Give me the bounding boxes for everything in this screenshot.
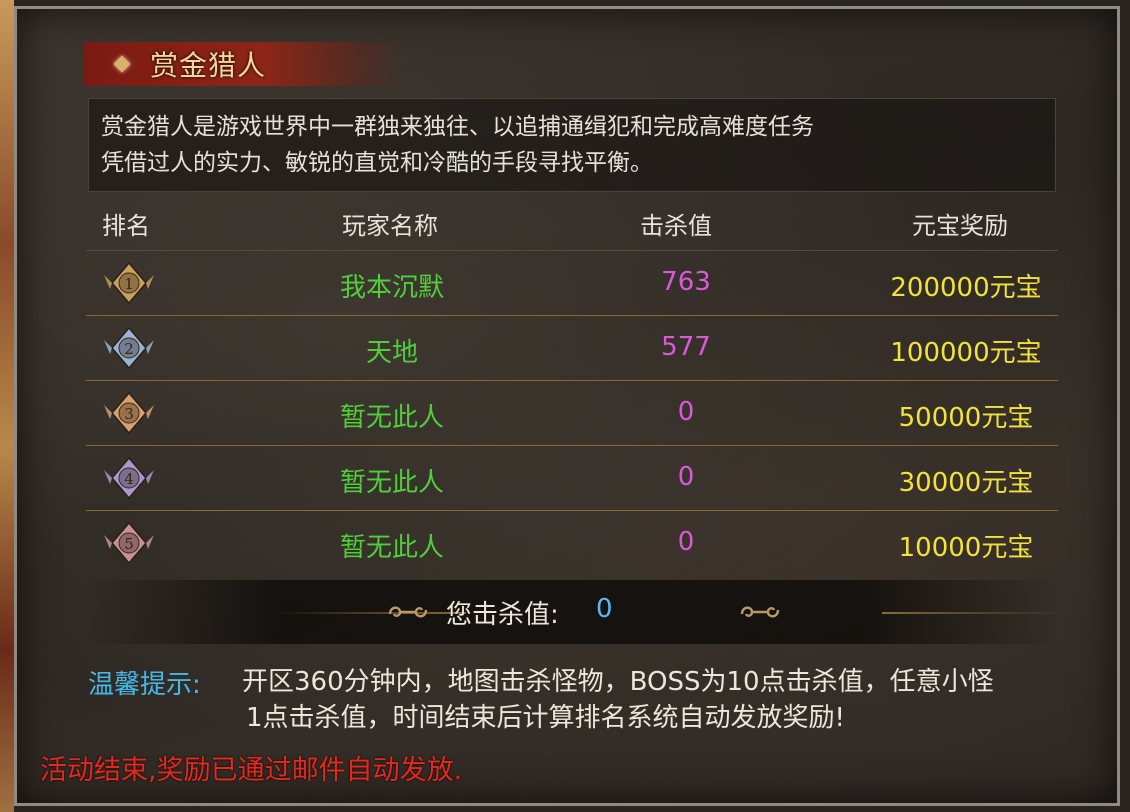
divider-right — [882, 612, 1062, 614]
reward-value: 30000元宝 — [898, 468, 1034, 498]
description-line-2: 凭借过人的实力、敏锐的直觉和冷酷的手段寻找平衡。 — [101, 150, 653, 176]
tip-line-2: 1点击杀值，时间结束后计算排名系统自动发放奖励! — [246, 703, 845, 733]
player-name: 天地 — [365, 338, 418, 368]
title-banner: 赏金猎人 — [84, 42, 404, 86]
tip-text: 开区360分钟内，地图击杀怪物，BOSS为10点击杀值，任意小怪 1点击杀值，时… — [242, 664, 1102, 736]
header-kills: 击杀值 — [640, 212, 712, 240]
ranking-table: 排名 玩家名称 击杀值 元宝奖励 1 我本沉默 763 200000元宝 2 天地 577 1… — [86, 198, 1058, 575]
my-kills-bar: 您击杀值: 0 — [86, 580, 1062, 644]
my-kills-label: 您击杀值: — [446, 600, 559, 630]
page-title: 赏金猎人 — [150, 49, 267, 82]
rank-number: 4 — [124, 470, 134, 488]
divider-left — [276, 612, 466, 614]
my-kills-value: 0 — [596, 594, 613, 624]
reward-value: 50000元宝 — [898, 403, 1034, 433]
kill-value: 0 — [677, 462, 695, 492]
tip-line-1: 开区360分钟内，地图击杀怪物，BOSS为10点击杀值，任意小怪 — [242, 667, 994, 697]
background-scene-edge — [0, 0, 14, 812]
header-rank: 排名 — [102, 212, 150, 240]
kill-value: 0 — [677, 397, 695, 427]
header-reward: 元宝奖励 — [912, 212, 1008, 240]
rank-badge-icon: 1 — [102, 259, 156, 307]
description-box: 赏金猎人是游戏世界中一群独来独往、以追捕通缉犯和完成高难度任务 凭借过人的实力、… — [88, 98, 1056, 192]
reward-value: 10000元宝 — [898, 533, 1034, 563]
rank-badge-icon: 3 — [102, 389, 156, 437]
rank-number: 2 — [124, 340, 134, 358]
table-header: 排名 玩家名称 击杀值 元宝奖励 — [86, 198, 1058, 251]
table-row: 4 暂无此人 0 30000元宝 — [86, 446, 1058, 511]
kill-value: 0 — [677, 527, 695, 557]
tip-label: 温馨提示: — [88, 670, 201, 700]
reward-value: 100000元宝 — [890, 338, 1042, 368]
scroll-ornament-icon — [388, 606, 428, 618]
table-row: 5 暂无此人 0 10000元宝 — [86, 511, 1058, 575]
table-row: 2 天地 577 100000元宝 — [86, 316, 1058, 381]
player-name: 我本沉默 — [339, 273, 444, 303]
kill-value: 577 — [661, 332, 711, 362]
rank-number: 1 — [124, 275, 134, 293]
kill-value: 763 — [661, 267, 711, 297]
header-name: 玩家名称 — [342, 212, 438, 240]
diamond-icon — [113, 55, 131, 73]
event-status: 活动结束,奖励已通过邮件自动发放. — [40, 755, 463, 786]
scroll-ornament-icon — [740, 606, 780, 618]
rank-number: 3 — [124, 405, 134, 423]
player-name: 暂无此人 — [339, 533, 444, 563]
player-name: 暂无此人 — [339, 468, 444, 498]
rank-badge-icon: 4 — [102, 454, 156, 502]
rank-badge-icon: 5 — [102, 519, 156, 567]
player-name: 暂无此人 — [339, 403, 444, 433]
description-line-1: 赏金猎人是游戏世界中一群独来独往、以追捕通缉犯和完成高难度任务 — [101, 114, 814, 140]
reward-value: 200000元宝 — [890, 273, 1042, 303]
rank-number: 5 — [124, 535, 134, 553]
rank-badge-icon: 2 — [102, 324, 156, 372]
table-row: 3 暂无此人 0 50000元宝 — [86, 381, 1058, 446]
table-row: 1 我本沉默 763 200000元宝 — [86, 251, 1058, 316]
